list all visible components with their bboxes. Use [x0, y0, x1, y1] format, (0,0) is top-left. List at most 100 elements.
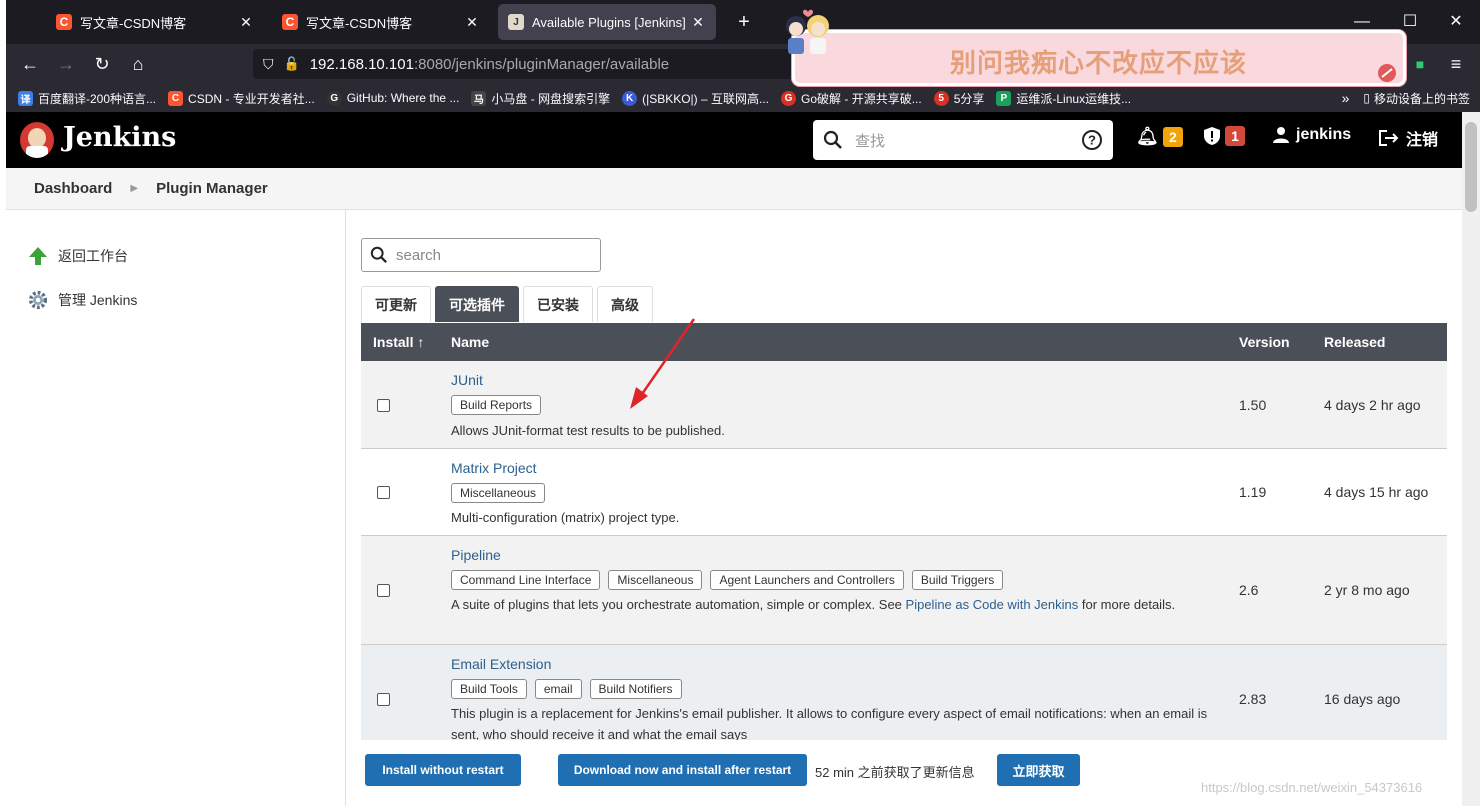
menu-icon[interactable]: ≡ — [1444, 52, 1468, 76]
breadcrumb-dashboard[interactable]: Dashboard — [34, 180, 112, 197]
logout-link[interactable]: 注销 — [1378, 126, 1438, 150]
address-bar[interactable]: ⛉ 🔓 192.168.10.101:8080/jenkins/pluginMa… — [253, 49, 793, 79]
help-icon[interactable]: ? — [1081, 129, 1103, 151]
close-banner-icon[interactable] — [1377, 63, 1397, 83]
column-install[interactable]: Install ↑ — [373, 334, 424, 350]
tab-title: 写文章-CSDN博客 — [80, 15, 187, 31]
insecure-lock-icon[interactable]: 🔓 — [284, 56, 300, 72]
plugin-description: Allows JUnit-format test results to be p… — [451, 423, 725, 438]
reload-icon[interactable]: ↻ — [90, 52, 114, 76]
forward-icon[interactable]: → — [54, 52, 78, 76]
bookmark-label: CSDN - 专业开发者社... — [188, 91, 315, 106]
tab-installed[interactable]: 已安装 — [523, 286, 593, 322]
url-host: 192.168.10.101 — [309, 55, 414, 73]
column-released[interactable]: Released — [1324, 334, 1385, 350]
page-scrollbar[interactable] — [1462, 112, 1480, 806]
plugin-released: 4 days 15 hr ago — [1324, 484, 1429, 500]
plugin-name-link[interactable]: Matrix Project — [451, 460, 537, 476]
jenkins-title[interactable]: Jenkins — [63, 122, 176, 153]
main-panel: search 可更新 可选插件 已安装 高级 Install ↑ Name Ve… — [361, 210, 1451, 806]
sidebar-item-back[interactable]: 返回工作台 — [6, 234, 345, 278]
column-version[interactable]: Version — [1239, 334, 1290, 350]
plugin-label[interactable]: Miscellaneous — [451, 483, 546, 503]
bookmark-item[interactable]: 5 5分享 — [933, 90, 984, 107]
url-path: :8080/jenkins/pluginManager/available — [413, 55, 670, 73]
plugin-name-link[interactable]: Pipeline — [451, 547, 501, 563]
plugin-version: 1.50 — [1239, 397, 1267, 413]
github-icon: G — [326, 90, 342, 106]
notifications-button[interactable]: 🔔︎ 2 — [1136, 126, 1183, 147]
shield-icon[interactable]: ⛉ — [263, 56, 274, 73]
plugin-label[interactable]: email — [534, 679, 582, 699]
header-search-placeholder: 查找 — [855, 132, 886, 150]
plugin-label[interactable]: Build Triggers — [911, 570, 1004, 590]
sidebar-item-label: 管理 Jenkins — [58, 292, 138, 308]
close-tab-icon[interactable]: ✕ — [238, 14, 254, 31]
bookmark-icon: K — [622, 90, 638, 106]
plugin-description-text: A suite of plugins that lets you orchest… — [451, 597, 906, 612]
install-checkbox[interactable] — [377, 486, 390, 499]
table-row: Matrix Project Miscellaneous Multi-confi… — [361, 449, 1447, 536]
bottom-action-bar: Install without restart Download now and… — [346, 740, 1456, 806]
home-icon[interactable]: ⌂ — [126, 52, 150, 76]
bookmark-item[interactable]: G GitHub: Where the ... — [326, 90, 460, 106]
close-tab-icon[interactable]: ✕ — [690, 14, 706, 31]
mobile-bookmarks[interactable]: » ▯ 移动设备上的书签 — [1342, 90, 1470, 107]
tab-updates[interactable]: 可更新 — [361, 286, 431, 322]
plugin-labels: Build Reports — [451, 395, 549, 415]
plugin-label[interactable]: Miscellaneous — [608, 570, 703, 590]
plugin-released: 4 days 2 hr ago — [1324, 397, 1421, 413]
bookmark-item[interactable]: K (|SBKKO|) – 互联网高... — [622, 90, 769, 107]
csdn-icon: C — [282, 14, 298, 30]
bookmark-label: GitHub: Where the ... — [346, 91, 460, 105]
install-checkbox[interactable] — [377, 584, 390, 597]
user-link[interactable]: jenkins — [1272, 126, 1351, 144]
plugin-search-placeholder: search — [396, 246, 442, 264]
up-arrow-icon — [28, 246, 48, 266]
plugin-search-input[interactable]: search — [361, 238, 601, 272]
bookmark-label: (|SBKKO|) – 互联网高... — [642, 91, 770, 106]
browser-tab-active[interactable]: J Available Plugins [Jenkins] ✕ — [498, 4, 716, 40]
new-tab-button[interactable]: + — [732, 10, 756, 34]
header-search-box[interactable]: 查找 ? — [813, 120, 1113, 160]
column-name[interactable]: Name — [451, 334, 489, 350]
plugin-name-link[interactable]: Email Extension — [451, 656, 551, 672]
bookmark-item[interactable]: 译百度翻译-200种语言... — [18, 90, 156, 107]
plugin-version: 1.19 — [1239, 484, 1267, 500]
bookmark-item[interactable]: G Go破解 - 开源共享破... — [781, 90, 922, 107]
install-without-restart-button[interactable]: Install without restart — [365, 754, 521, 786]
extension-icon[interactable]: ■ — [1408, 52, 1432, 76]
install-checkbox[interactable] — [377, 399, 390, 412]
security-badge: 1 — [1225, 126, 1245, 146]
update-info-text: 52 min 之前获取了更新信息 — [815, 765, 975, 780]
table-row: Email Extension Build Tools email Build … — [361, 645, 1447, 755]
security-button[interactable]: 1 — [1203, 126, 1245, 146]
browser-tab[interactable]: C 写文章-CSDN博客 ✕ — [272, 4, 490, 40]
close-tab-icon[interactable]: ✕ — [464, 14, 480, 31]
bookmark-item[interactable]: P 运维派-Linux运维技... — [996, 90, 1131, 107]
check-now-button[interactable]: 立即获取 — [997, 754, 1080, 786]
plugin-label[interactable]: Build Reports — [451, 395, 542, 415]
bookmark-item[interactable]: 马小马盘 - 网盘搜索引擎 — [471, 90, 610, 107]
plugin-label[interactable]: Command Line Interface — [451, 570, 601, 590]
shield-alert-icon — [1204, 127, 1220, 145]
plugin-label[interactable]: Build Notifiers — [589, 679, 682, 699]
chevron-double-right-icon[interactable]: » — [1342, 90, 1350, 106]
jenkins-logo-icon[interactable] — [20, 122, 54, 158]
back-icon[interactable]: ← — [18, 52, 42, 76]
pipeline-as-code-link[interactable]: Pipeline as Code with Jenkins — [906, 597, 1079, 612]
scrollbar-thumb[interactable] — [1465, 122, 1477, 212]
logout-label: 注销 — [1406, 132, 1439, 149]
browser-tab[interactable]: C 写文章-CSDN博客 ✕ — [46, 4, 264, 40]
breadcrumb-plugin-manager[interactable]: Plugin Manager — [156, 180, 268, 197]
table-header: Install ↑ Name Version Released — [361, 323, 1447, 361]
plugin-label[interactable]: Build Tools — [451, 679, 527, 699]
plugin-label[interactable]: Agent Launchers and Controllers — [710, 570, 904, 590]
bookmark-item[interactable]: C CSDN - 专业开发者社... — [168, 90, 315, 107]
close-window-icon[interactable]: ✕ — [1444, 10, 1468, 34]
plugin-name-link[interactable]: JUnit — [451, 372, 483, 388]
download-install-after-restart-button[interactable]: Download now and install after restart — [558, 754, 807, 786]
sidebar-item-manage-jenkins[interactable]: 管理 Jenkins — [6, 278, 345, 322]
install-checkbox[interactable] — [377, 693, 390, 706]
tab-available[interactable]: 可选插件 — [435, 286, 519, 322]
